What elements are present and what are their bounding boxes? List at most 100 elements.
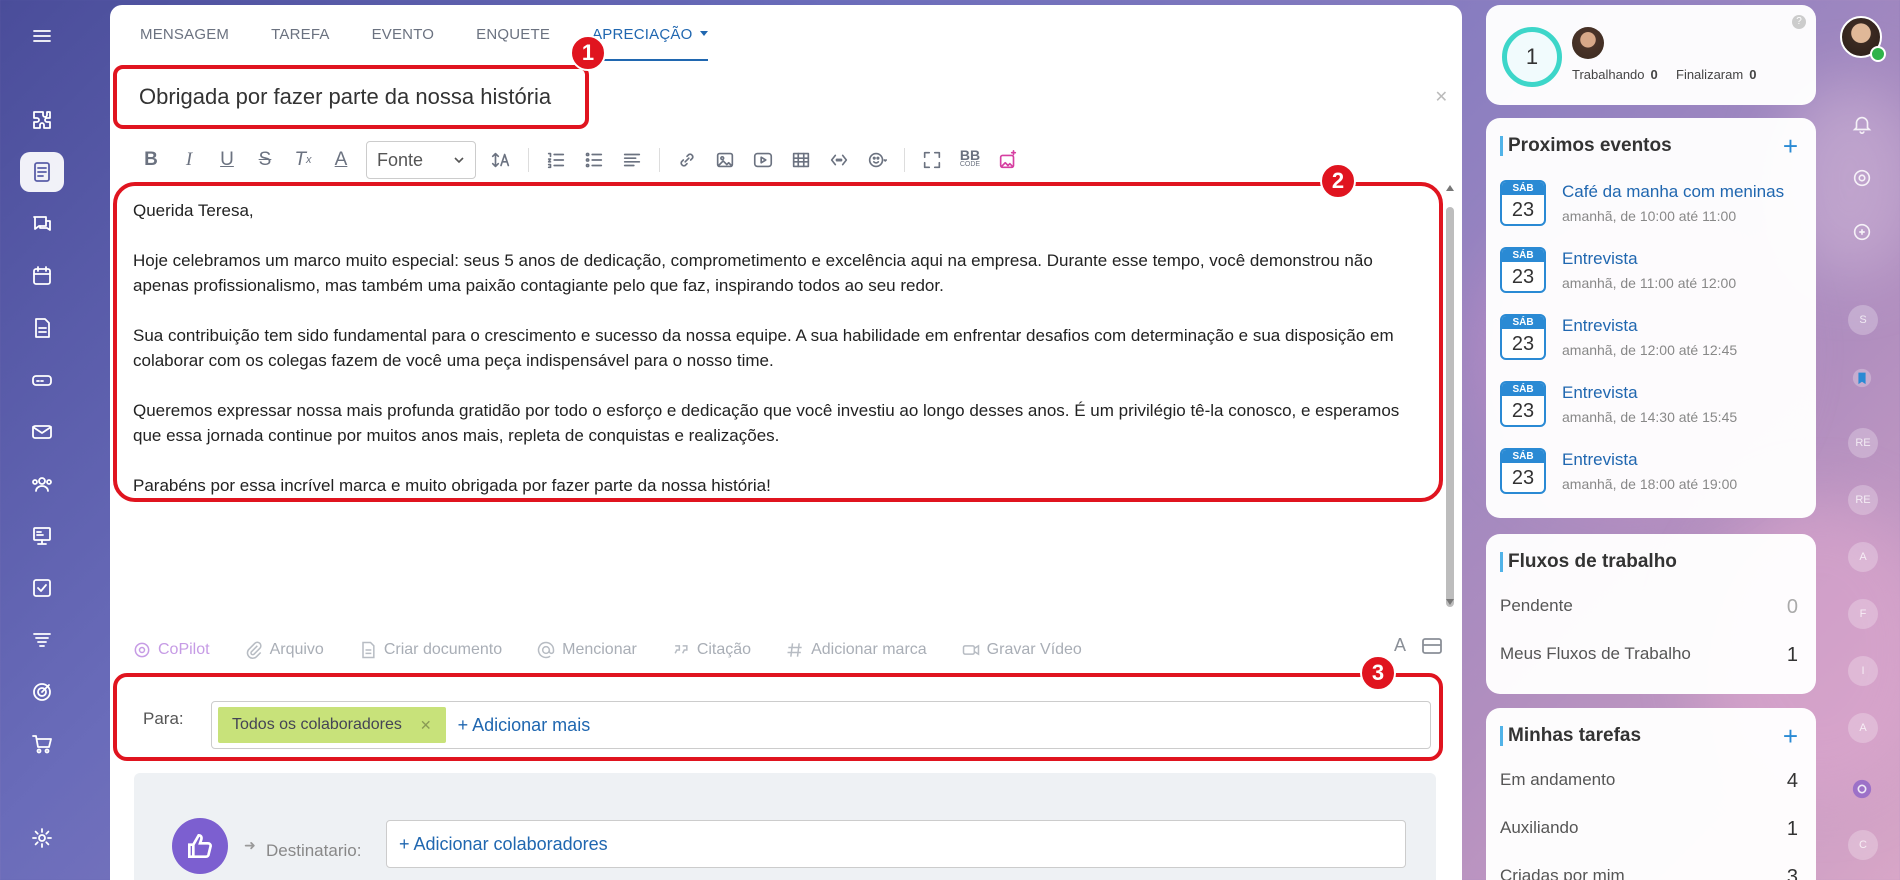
text-color-icon[interactable]: A — [322, 143, 360, 177]
hashtag-icon — [787, 643, 802, 657]
create-document-button[interactable]: Criar documento — [358, 640, 502, 660]
record-video-button[interactable]: Gravar Vídeo — [961, 640, 1082, 660]
contact-avatar[interactable]: F — [1848, 599, 1878, 629]
tab-poll[interactable]: ENQUETE — [476, 5, 550, 61]
text-format-toggle[interactable]: A — [1394, 635, 1406, 656]
quote-button[interactable]: Citação — [671, 640, 751, 660]
font-select[interactable]: Fonte — [366, 141, 476, 179]
recipient-chip[interactable]: Todos os colaboradores ✕ — [218, 707, 446, 743]
add-more-link[interactable]: + Adicionar mais — [458, 715, 591, 736]
tab-message[interactable]: MENSAGEM — [140, 5, 229, 61]
event-item[interactable]: SÁB 23 Entrevista amanhã, de 14:30 até 15… — [1500, 381, 1800, 441]
menu-icon[interactable] — [20, 16, 64, 56]
link-icon[interactable] — [668, 143, 706, 177]
event-item[interactable]: SÁB 23 Entrevista amanhã, de 12:00 até 12… — [1500, 314, 1800, 374]
scroll-up-icon[interactable] — [1446, 185, 1454, 191]
fullscreen-icon[interactable] — [913, 143, 951, 177]
event-item[interactable]: SÁB 23 Entrevista amanhã, de 18:00 até 19… — [1500, 448, 1800, 508]
tab-appreciation[interactable]: APRECIAÇÃO — [592, 5, 709, 61]
contact-avatar[interactable]: S — [1848, 305, 1878, 335]
scrollbar-thumb[interactable] — [1446, 207, 1454, 607]
target-icon[interactable] — [20, 672, 64, 712]
video-icon[interactable] — [744, 143, 782, 177]
event-name[interactable]: Entrevista — [1562, 316, 1638, 336]
underline-icon[interactable]: U — [208, 143, 246, 177]
add-event-button[interactable]: + — [1783, 118, 1798, 174]
tasks-icon[interactable] — [20, 568, 64, 608]
editor-scrollbar[interactable] — [1446, 185, 1454, 607]
chat-search-icon[interactable] — [1846, 216, 1878, 248]
mention-button[interactable]: Mencionar — [536, 640, 637, 660]
numbered-list-icon[interactable] — [537, 143, 575, 177]
people-icon[interactable] — [20, 464, 64, 504]
clear-format-icon[interactable]: Tx — [284, 143, 322, 177]
filter-stack-icon[interactable] — [20, 620, 64, 660]
bookmark-icon[interactable] — [1846, 362, 1878, 394]
bbcode-icon[interactable]: BB CODE — [951, 143, 989, 177]
font-size-icon[interactable] — [482, 143, 520, 177]
drive-icon[interactable] — [20, 360, 64, 400]
italic-icon[interactable]: I — [170, 143, 208, 177]
strikethrough-icon[interactable]: S — [246, 143, 284, 177]
settings-gear-icon[interactable] — [20, 818, 64, 858]
bell-icon[interactable] — [1846, 108, 1878, 140]
contact-avatar[interactable]: C — [1848, 830, 1878, 860]
board-icon[interactable] — [20, 516, 64, 556]
ai-image-icon[interactable] — [989, 143, 1027, 177]
event-name[interactable]: Entrevista — [1562, 249, 1638, 269]
contact-avatar[interactable]: RE — [1848, 485, 1878, 515]
puzzle-icon[interactable] — [20, 100, 64, 140]
close-icon[interactable]: ✕ — [1435, 87, 1448, 107]
event-item[interactable]: SÁB 23 Entrevista amanhã, de 11:00 até 12… — [1500, 247, 1800, 307]
event-name[interactable]: Café da manha com meninas — [1562, 182, 1784, 202]
avatar[interactable] — [1572, 27, 1604, 59]
table-icon[interactable] — [782, 143, 820, 177]
feed-icon[interactable] — [20, 152, 64, 192]
recipients-field[interactable]: Todos os colaboradores ✕ + Adicionar mai… — [211, 701, 1431, 749]
add-tag-button[interactable]: Adicionar marca — [785, 640, 927, 660]
tab-task[interactable]: TAREFA — [271, 5, 329, 61]
callout-badge-3: 3 — [1360, 655, 1396, 691]
code-snippet-icon[interactable] — [820, 143, 858, 177]
bullet-list-icon[interactable] — [575, 143, 613, 177]
align-icon[interactable] — [613, 143, 651, 177]
workflow-row[interactable]: Pendente 0 — [1500, 596, 1798, 619]
event-name[interactable]: Entrevista — [1562, 450, 1638, 470]
composer-right-actions: A — [1394, 635, 1442, 656]
contact-avatar[interactable]: I — [1848, 656, 1878, 686]
contact-avatar[interactable]: A — [1848, 713, 1878, 743]
document-icon[interactable] — [20, 308, 64, 348]
copilot-icon[interactable] — [1846, 162, 1878, 194]
copilot-button[interactable]: CoPilot — [132, 640, 210, 660]
task-label: Em andamento — [1500, 770, 1616, 789]
task-row[interactable]: Em andamento 4 — [1500, 770, 1798, 793]
add-task-button[interactable]: + — [1783, 708, 1798, 764]
tab-event[interactable]: EVENTO — [372, 5, 435, 61]
contact-avatar[interactable]: A — [1848, 542, 1878, 572]
workflow-row[interactable]: Meus Fluxos de Trabalho 1 — [1500, 644, 1798, 667]
status-ring[interactable]: 1 — [1502, 27, 1562, 87]
attach-file-button[interactable]: Arquivo — [244, 640, 324, 660]
add-employees-field[interactable]: + Adicionar colaboradores — [386, 820, 1406, 868]
task-row[interactable]: Auxiliando 1 — [1500, 818, 1798, 841]
copilot-chat-icon[interactable] — [1846, 773, 1878, 805]
panel-toggle-icon[interactable] — [1422, 637, 1442, 655]
mail-icon[interactable] — [20, 412, 64, 452]
add-employees-link[interactable]: + Adicionar colaboradores — [399, 834, 608, 855]
event-item[interactable]: SÁB 23 Café da manha com meninas amanhã, … — [1500, 180, 1800, 240]
cart-icon[interactable] — [20, 724, 64, 764]
contact-avatar[interactable]: RE — [1848, 428, 1878, 458]
bold-icon[interactable]: B — [132, 143, 170, 177]
calendar-icon[interactable] — [20, 256, 64, 296]
chat-icon[interactable] — [20, 204, 64, 244]
remove-chip-icon[interactable]: ✕ — [420, 717, 432, 734]
help-icon[interactable]: ? — [1792, 15, 1806, 29]
copilot-icon — [134, 642, 150, 658]
image-icon[interactable] — [706, 143, 744, 177]
event-name[interactable]: Entrevista — [1562, 383, 1638, 403]
message-body[interactable]: Querida Teresa, Hoje celebramos um marco… — [113, 182, 1443, 502]
title-input[interactable]: Obrigada por fazer parte da nossa histór… — [113, 65, 589, 129]
emoji-icon[interactable] — [858, 143, 896, 177]
task-row[interactable]: Criadas por mim 3 — [1500, 866, 1798, 880]
scroll-down-icon[interactable] — [1446, 599, 1454, 605]
